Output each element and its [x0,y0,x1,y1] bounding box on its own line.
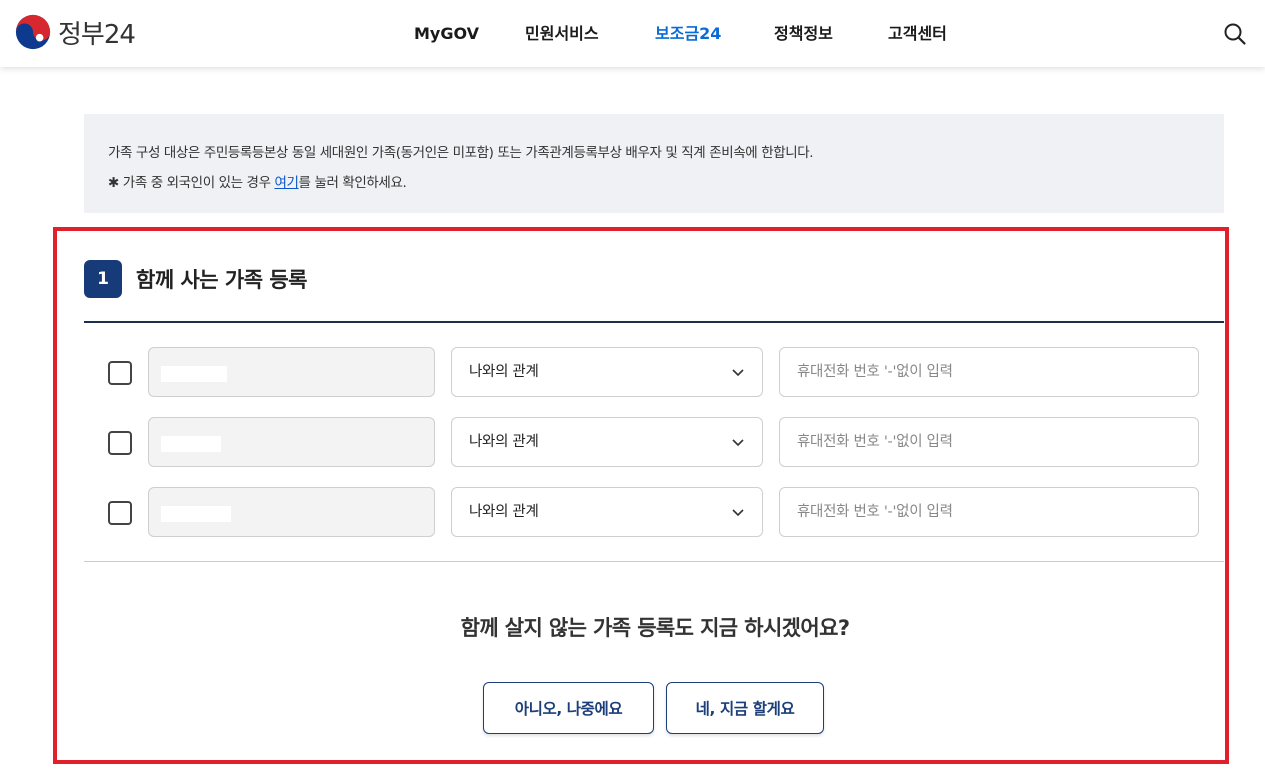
phone-input[interactable] [779,487,1199,537]
add-non-resident-family-question: 함께 살지 않는 가족 등록도 지금 하시겠어요? [460,616,850,640]
nav-item-subsidy24[interactable]: 보조금24 [655,20,721,48]
family-name-field [148,417,435,467]
notice-line-2-prefix: ✱ 가족 중 외국인이 있는 경우 [108,175,275,191]
family-select-checkbox[interactable] [108,501,132,525]
redacted-name [161,436,221,452]
family-row: 나와의 관계 [0,417,1265,467]
relation-select-label: 나와의 관계 [469,434,539,450]
section-divider [84,321,1224,323]
register-now-button[interactable]: 네, 지금 할게요 [666,682,824,734]
redacted-name [161,366,227,382]
family-name-field [148,347,435,397]
chevron-down-icon [732,439,744,447]
search-icon [1224,23,1246,45]
nav-item-policy-info[interactable]: 정책정보 [774,20,833,48]
relation-select[interactable]: 나와의 관계 [451,417,763,467]
family-select-checkbox[interactable] [108,361,132,385]
redacted-name [161,506,231,522]
relation-select-label: 나와의 관계 [469,364,539,380]
family-row: 나와의 관계 [0,487,1265,537]
search-button[interactable] [1222,21,1248,47]
notice-line-2: ✱ 가족 중 외국인이 있는 경우 여기를 눌러 확인하세요. [108,168,1200,198]
relation-select[interactable]: 나와의 관계 [451,487,763,537]
foreigner-info-link[interactable]: 여기 [274,175,298,191]
phone-input[interactable] [779,417,1199,467]
notice-box: 가족 구성 대상은 주민등록등본상 동일 세대원인 가족(동거인은 미포함) 또… [84,114,1224,213]
notice-line-1: 가족 구성 대상은 주민등록등본상 동일 세대원인 가족(동거인은 미포함) 또… [108,145,814,161]
relation-select[interactable]: 나와의 관계 [451,347,763,397]
main-nav: MyGOV 민원서비스 보조금24 정책정보 고객센터 [0,20,1265,48]
section-divider-light [84,561,1224,562]
step-badge: 1 [84,260,122,298]
chevron-down-icon [732,369,744,377]
phone-input[interactable] [779,347,1199,397]
family-name-field [148,487,435,537]
section-title: 함께 사는 가족 등록 [136,268,308,292]
nav-item-customer-center[interactable]: 고객센터 [888,20,947,48]
site-header: 정부24 MyGOV 민원서비스 보조금24 정책정보 고객센터 [0,0,1265,67]
nav-item-mygov[interactable]: MyGOV [414,20,479,48]
family-select-checkbox[interactable] [108,431,132,455]
nav-item-civil-service[interactable]: 민원서비스 [525,20,599,48]
notice-line-2-suffix: 를 눌러 확인하세요. [298,175,407,191]
later-button[interactable]: 아니오, 나중에요 [483,682,654,734]
section-header: 1 함께 사는 가족 등록 [84,260,308,298]
family-row: 나와의 관계 [0,347,1265,397]
relation-select-label: 나와의 관계 [469,504,539,520]
chevron-down-icon [732,509,744,517]
